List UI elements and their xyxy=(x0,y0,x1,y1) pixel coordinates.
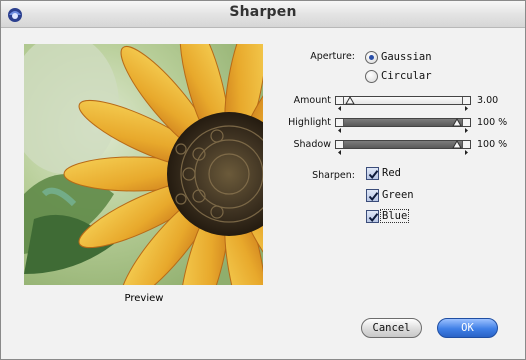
aperture-gaussian-radio[interactable] xyxy=(365,51,378,64)
window-title: Sharpen xyxy=(229,4,297,20)
slider-right-arrow[interactable] xyxy=(462,141,470,155)
ok-button[interactable]: OK xyxy=(437,318,498,338)
slider-thumb[interactable] xyxy=(452,118,462,127)
slider-thumb[interactable] xyxy=(345,96,355,105)
slider-right-arrow[interactable] xyxy=(462,97,470,111)
radio-selected-dot xyxy=(369,55,374,60)
highlight-slider[interactable] xyxy=(335,118,471,133)
amount-value: 3.00 xyxy=(477,95,499,106)
amount-label: Amount xyxy=(293,95,331,106)
slider-thumb[interactable] xyxy=(452,140,462,149)
aperture-circular-radio[interactable] xyxy=(365,70,378,83)
sharpen-label: Sharpen: xyxy=(312,170,355,181)
checkmark-icon xyxy=(368,213,379,223)
aperture-label: Aperture: xyxy=(310,51,355,62)
red-label[interactable]: Red xyxy=(382,167,401,179)
slider-left-arrow[interactable] xyxy=(336,141,344,155)
slider-left-arrow[interactable] xyxy=(336,97,344,111)
highlight-label: Highlight xyxy=(288,117,331,128)
shadow-label: Shadow xyxy=(293,139,332,150)
cancel-button[interactable]: Cancel xyxy=(361,318,422,338)
blue-label[interactable]: Blue xyxy=(379,209,410,223)
shadow-value: 100 % xyxy=(477,139,508,150)
shadow-slider[interactable] xyxy=(335,140,471,155)
red-checkbox[interactable] xyxy=(366,167,379,180)
aperture-gaussian-label[interactable]: Gaussian xyxy=(381,51,432,63)
aperture-circular-label[interactable]: Circular xyxy=(381,70,432,82)
green-label[interactable]: Green xyxy=(382,189,414,201)
checkmark-icon xyxy=(368,192,379,202)
sharpen-dialog: Sharpen Preview Aperture: Gaussian Circu… xyxy=(0,0,526,360)
preview-image xyxy=(24,44,263,285)
slider-right-arrow[interactable] xyxy=(462,119,470,133)
title-bar[interactable]: Sharpen xyxy=(1,1,525,28)
preview-label: Preview xyxy=(124,293,164,304)
amount-slider[interactable] xyxy=(335,96,471,111)
blue-checkbox[interactable] xyxy=(366,210,379,223)
highlight-value: 100 % xyxy=(477,117,508,128)
green-checkbox[interactable] xyxy=(366,189,379,202)
checkmark-icon xyxy=(368,170,379,180)
slider-left-arrow[interactable] xyxy=(336,119,344,133)
